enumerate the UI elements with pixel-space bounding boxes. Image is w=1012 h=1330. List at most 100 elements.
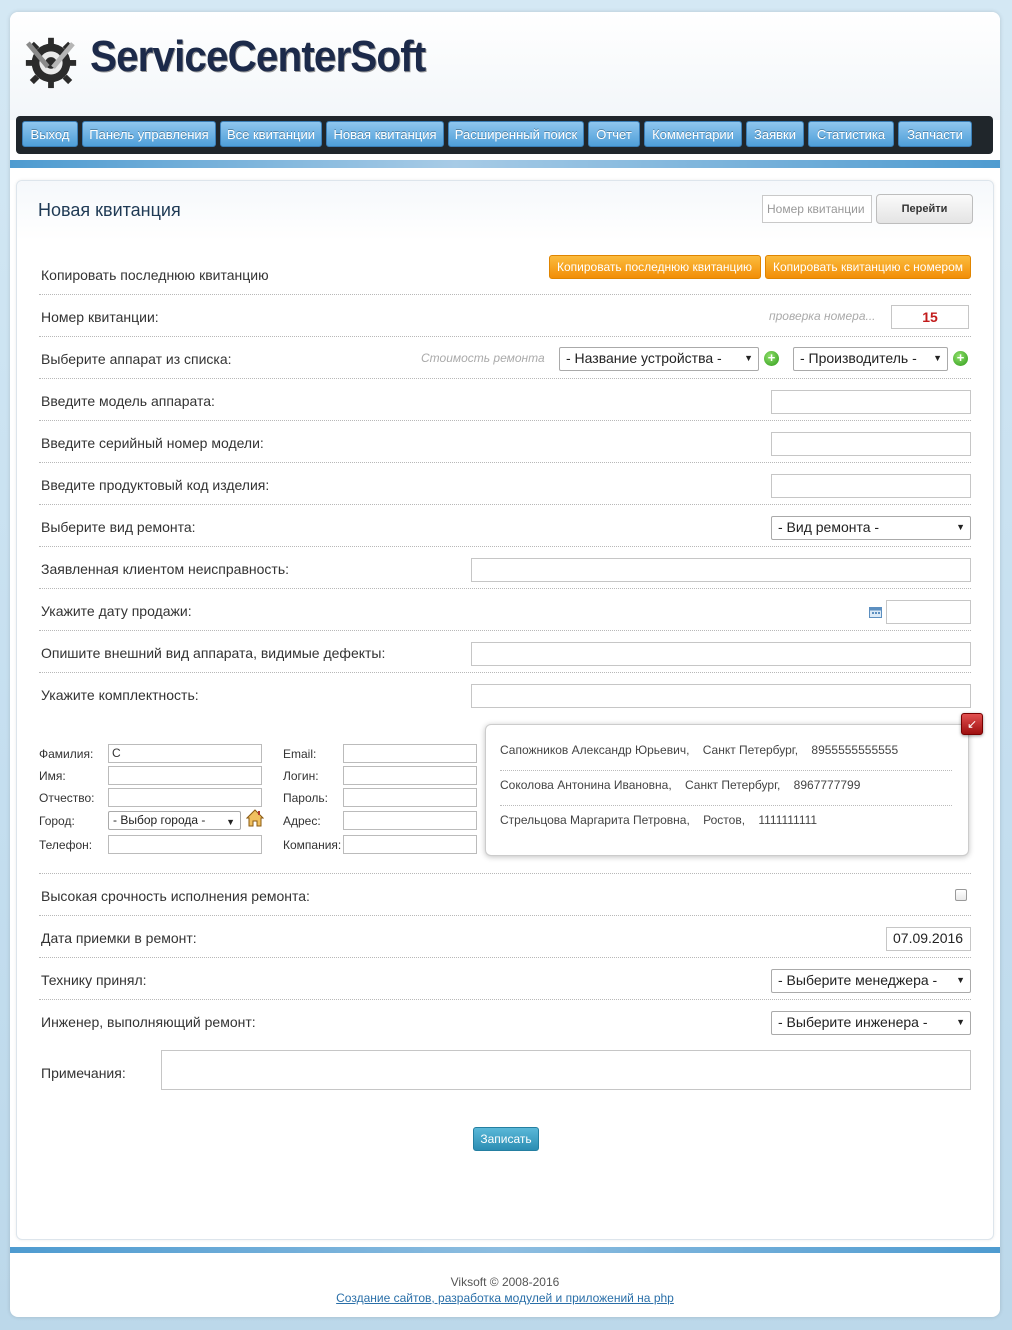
- content-panel: Новая квитанция Номер квитанции Перейти …: [16, 180, 994, 1240]
- product-code-label: Введите продуктовый код изделия:: [41, 477, 270, 493]
- device-row: Выберите аппарат из списка: Стоимость ре…: [39, 337, 971, 379]
- goto-button[interactable]: Перейти: [876, 194, 973, 224]
- client-suggestions-popup: Сапожников Александр Юрьевич, Санкт Пете…: [485, 724, 969, 856]
- appearance-row: Опишите внешний вид аппарата, видимые де…: [39, 631, 971, 673]
- page: ServiceCenterSoft Выход Панель управлени…: [10, 12, 1000, 1317]
- last-name-input[interactable]: С: [108, 744, 262, 763]
- email-input[interactable]: [343, 744, 477, 763]
- login-input[interactable]: [343, 766, 477, 785]
- manufacturer-select[interactable]: - Производитель -: [793, 347, 948, 371]
- intake-date-label: Дата приемки в ремонт:: [41, 930, 197, 946]
- serial-row: Введите серийный номер модели:: [39, 421, 971, 463]
- copy-row: Копировать последнюю квитанцию Копироват…: [39, 253, 971, 295]
- model-row: Введите модель аппарата:: [39, 379, 971, 421]
- page-title: Новая квитанция: [38, 200, 181, 220]
- completeness-row: Укажите комплектность:: [39, 673, 971, 715]
- urgency-row: Высокая срочность исполнения ремонта:: [39, 874, 971, 916]
- engineer-row: Инженер, выполняющий ремонт: - Выберите …: [39, 1000, 971, 1042]
- header-stripe: [10, 160, 1000, 168]
- urgency-label: Высокая срочность исполнения ремонта:: [41, 888, 310, 904]
- accepted-row: Технику принял: - Выберите менеджера -: [39, 958, 971, 1000]
- close-popup-icon[interactable]: ↙: [961, 713, 983, 735]
- nav-spare-parts[interactable]: Запчасти: [898, 121, 972, 147]
- sale-date-row: Укажите дату продажи:: [39, 589, 971, 631]
- copy-label: Копировать последнюю квитанцию: [41, 267, 269, 283]
- nav-statistics[interactable]: Статистика: [808, 121, 894, 147]
- nav-advanced-search[interactable]: Расширенный поиск: [448, 121, 584, 147]
- add-manufacturer-icon[interactable]: +: [953, 351, 968, 366]
- serial-input[interactable]: [771, 432, 971, 456]
- appearance-input[interactable]: [471, 642, 971, 666]
- footer-stripe: [10, 1247, 1000, 1253]
- calendar-icon[interactable]: [869, 606, 882, 618]
- city-label: Город:: [39, 814, 75, 828]
- gear-wrench-icon: [25, 37, 77, 89]
- app-title: ServiceCenterSoft: [90, 32, 426, 81]
- nav-report[interactable]: Отчет: [588, 121, 640, 147]
- city-select[interactable]: - Выбор города -: [108, 811, 241, 830]
- copyright-text: Viksoft © 2008-2016: [450, 1275, 560, 1289]
- copy-last-button[interactable]: Копировать последнюю квитанцию: [549, 255, 761, 279]
- completeness-input[interactable]: [471, 684, 971, 708]
- intake-date-input[interactable]: 07.09.2016: [886, 927, 971, 951]
- repair-type-select[interactable]: - Вид ремонта -: [771, 516, 971, 540]
- fault-row: Заявленная клиентом неисправность:: [39, 547, 971, 589]
- nav-comments[interactable]: Комментарии: [644, 121, 742, 147]
- password-input[interactable]: [343, 788, 477, 807]
- receipt-number-hint: проверка номера...: [769, 309, 876, 323]
- manager-select[interactable]: - Выберите менеджера -: [771, 969, 971, 993]
- receipt-number-input[interactable]: 15: [891, 305, 969, 329]
- submit-button[interactable]: Записать: [473, 1127, 539, 1151]
- appearance-label: Опишите внешний вид аппарата, видимые де…: [41, 645, 386, 661]
- nav-logout[interactable]: Выход: [22, 121, 78, 147]
- intake-date-row: Дата приемки в ремонт: 07.09.2016: [39, 916, 971, 958]
- header: ServiceCenterSoft: [10, 12, 1000, 120]
- address-label: Адрес:: [283, 814, 321, 828]
- add-device-icon[interactable]: +: [764, 351, 779, 366]
- main-nav: Выход Панель управления Все квитанции Но…: [16, 116, 993, 154]
- receipt-search-input[interactable]: Номер квитанции: [762, 195, 872, 223]
- password-label: Пароль:: [283, 791, 328, 805]
- suggestion-item[interactable]: Сапожников Александр Юрьевич, Санкт Пете…: [500, 743, 952, 771]
- sale-date-input[interactable]: [886, 600, 971, 624]
- last-name-label: Фамилия:: [39, 747, 94, 761]
- patronymic-input[interactable]: [108, 788, 262, 807]
- device-label: Выберите аппарат из списка:: [41, 351, 232, 367]
- nav-new-receipt[interactable]: Новая квитанция: [326, 121, 444, 147]
- product-code-input[interactable]: [771, 474, 971, 498]
- model-label: Введите модель аппарата:: [41, 393, 215, 409]
- home-icon[interactable]: [246, 809, 264, 827]
- notes-textarea[interactable]: [161, 1050, 971, 1090]
- nav-all-receipts[interactable]: Все квитанции: [220, 121, 322, 147]
- suggestion-item[interactable]: Стрельцова Маргарита Петровна, Ростов, 1…: [500, 813, 952, 841]
- fault-label: Заявленная клиентом неисправность:: [41, 561, 290, 577]
- email-label: Email:: [283, 747, 317, 761]
- device-select[interactable]: - Название устройства -: [559, 347, 759, 371]
- receipt-number-row: Номер квитанции: проверка номера... 15: [39, 295, 971, 337]
- footer: Viksoft © 2008-2016 Создание сайтов, раз…: [10, 1275, 1000, 1305]
- repair-type-label: Выберите вид ремонта:: [41, 519, 196, 535]
- address-input[interactable]: [343, 811, 477, 830]
- engineer-label: Инженер, выполняющий ремонт:: [41, 1014, 256, 1030]
- copy-number-button[interactable]: Копировать квитанцию с номером: [765, 255, 971, 279]
- engineer-select[interactable]: - Выберите инженера -: [771, 1011, 971, 1035]
- repair-type-row: Выберите вид ремонта: - Вид ремонта -: [39, 505, 971, 547]
- first-name-label: Имя:: [39, 769, 66, 783]
- urgency-checkbox[interactable]: [955, 889, 967, 901]
- notes-label: Примечания:: [41, 1065, 126, 1081]
- product-code-row: Введите продуктовый код изделия:: [39, 463, 971, 505]
- fault-input[interactable]: [471, 558, 971, 582]
- nav-dashboard[interactable]: Панель управления: [82, 121, 216, 147]
- suggestion-item[interactable]: Соколова Антонина Ивановна, Санкт Петерб…: [500, 778, 952, 806]
- model-input[interactable]: [771, 390, 971, 414]
- patronymic-label: Отчество:: [39, 791, 95, 805]
- client-divider: [39, 846, 971, 874]
- content-header: Новая квитанция Номер квитанции Перейти: [17, 181, 993, 241]
- nav-requests[interactable]: Заявки: [746, 121, 804, 147]
- accepted-label: Технику принял:: [41, 972, 147, 988]
- receipt-number-label: Номер квитанции:: [41, 309, 159, 325]
- first-name-input[interactable]: [108, 766, 262, 785]
- footer-link[interactable]: Создание сайтов, разработка модулей и пр…: [10, 1291, 1000, 1305]
- sale-date-label: Укажите дату продажи:: [41, 603, 192, 619]
- login-label: Логин:: [283, 769, 319, 783]
